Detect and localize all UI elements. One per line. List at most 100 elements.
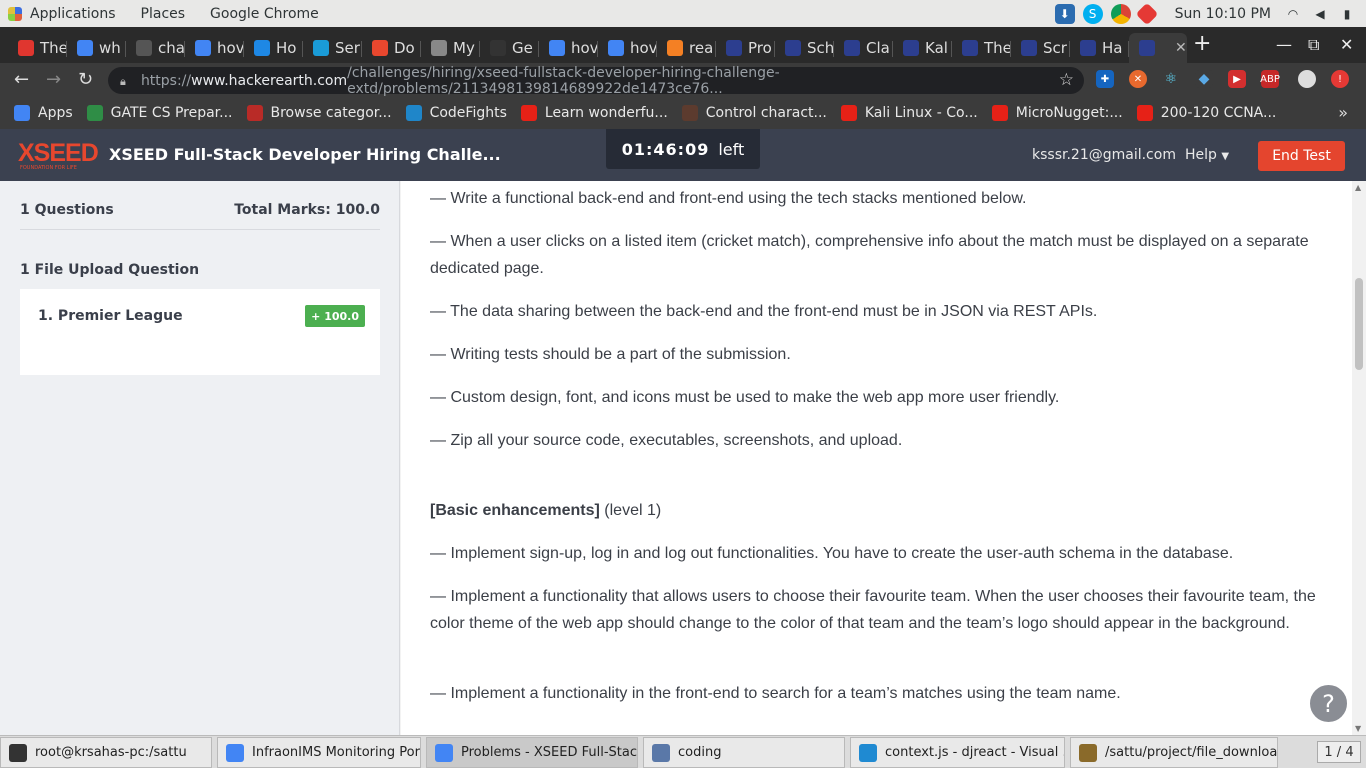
tab-favicon-icon [431,40,447,56]
end-test-button[interactable]: End Test [1258,141,1345,171]
browser-tab-strip: The wh cha hov Ho Ser Do My Ge hov hov rea Pro Sch Cla… [0,27,1366,63]
help-menu[interactable]: Help ▼ [1185,147,1229,163]
browser-tab[interactable]: hov [539,33,598,63]
bookmark-favicon-icon [405,105,422,121]
browser-tab[interactable]: rea [657,33,716,63]
bookmark-item[interactable]: Learn wonderfu... [520,105,668,121]
wifi-icon[interactable]: ◠ [1285,7,1301,21]
browser-tab[interactable]: Do [362,33,421,63]
user-email[interactable]: ksssr.21@gmail.com [1032,147,1176,163]
scroll-up-icon[interactable]: ▲ [1355,183,1361,192]
skype-icon[interactable]: S [1082,3,1103,24]
tab-label: Cla [866,39,890,57]
volume-icon[interactable]: ◀ [1312,7,1328,21]
new-tab-button[interactable]: + [1193,33,1211,55]
browser-tab[interactable]: The [8,33,67,63]
question-item[interactable]: 1. Premier League + 100.0 [20,289,380,375]
browser-tab[interactable]: Ge [480,33,539,63]
address-bar[interactable]: 🔒︎ https://www.hackerearth.com/challenge… [108,65,1084,97]
content-scrollbar[interactable]: ▲ ▼ [1352,181,1366,735]
tab-favicon-icon [313,40,329,56]
scroll-down-icon[interactable]: ▼ [1355,724,1361,733]
forward-icon[interactable]: → [46,69,61,90]
window-app-icon [859,743,877,762]
tab-label: The [984,39,1011,57]
minimize-icon[interactable]: — [1276,35,1292,54]
chrome-app-menu[interactable]: Google Chrome [210,6,319,22]
xseed-logo[interactable]: XSEED FOUNDATION FOR LIFE [18,139,100,171]
requirement-line: — Writing tests should be a part of the … [430,346,791,363]
bookmark-item[interactable]: Control charact... [681,105,827,121]
clock[interactable]: Sun 10:10 PM [1175,6,1271,22]
restore-icon[interactable]: ⧉ [1308,35,1319,55]
bookmark-item[interactable]: Apps [14,105,73,121]
section-title: 1 File Upload Question [20,262,200,278]
browser-tab[interactable]: The [952,33,1011,63]
help-question-icon[interactable]: ? [1308,683,1349,724]
window-title: Problems - XSEED Full-Stac... [461,745,638,760]
abp-icon[interactable]: ABP [1260,70,1280,88]
alert-icon[interactable]: ! [1331,70,1349,88]
browser-tab[interactable]: Pro [716,33,775,63]
taskbar-window-button[interactable]: /sattu/project/file_downloa... [1070,737,1278,768]
chrome-tray-icon[interactable] [1110,3,1131,24]
bookmark-favicon-icon [520,105,537,121]
taskbar-window-button[interactable]: root@krsahas-pc:/sattu [0,737,212,768]
timer-suffix: left [718,139,745,159]
tab-favicon-icon [549,40,565,56]
tab-favicon-icon [608,40,624,56]
tab-label: Ge [512,39,533,57]
browser-tab[interactable]: Cla [834,33,893,63]
more-bookmarks-icon[interactable]: » [1338,103,1348,122]
workspace-pager[interactable]: 1 / 4 [1317,741,1361,763]
question-name[interactable]: 1. Premier League [38,308,183,324]
close-window-icon[interactable]: ✕ [1340,35,1353,54]
browser-tab[interactable]: cha [126,33,185,63]
scrollbar-thumb[interactable] [1355,278,1363,370]
bookmark-item[interactable]: MicroNugget:... [991,105,1123,121]
bookmark-item[interactable]: Kali Linux - Co... [840,105,978,121]
browser-tab[interactable]: hov [598,33,657,63]
reload-icon[interactable]: ↻ [78,69,93,90]
taskbar-window-button[interactable]: context.js - djreact - Visual ... [850,737,1065,768]
browser-tab[interactable]: hov [185,33,244,63]
browser-tab[interactable]: Kal [893,33,952,63]
extension-icon-5[interactable]: ▶ [1228,70,1246,88]
tab-favicon-icon [962,40,978,56]
places-menu[interactable]: Places [141,6,186,22]
battery-icon[interactable]: ▮ [1339,7,1355,21]
bookmark-star-icon[interactable]: ☆ [1059,70,1074,90]
profile-avatar[interactable] [1298,70,1316,88]
url-scheme: https:// [140,72,192,89]
bookmark-item[interactable]: 200-120 CCNA... [1136,105,1276,121]
system-top-bar: Applications Places Google Chrome ⬇ S Su… [0,0,1366,27]
back-icon[interactable]: ← [14,69,29,90]
extension-icon-2[interactable]: ✕ [1129,70,1147,88]
taskbar-window-button[interactable]: coding [643,737,845,768]
browser-tab[interactable]: My [421,33,480,63]
bookmark-item[interactable]: GATE CS Prepar... [86,105,233,121]
tab-label: wh [99,39,121,57]
browser-tab[interactable]: Scr [1011,33,1070,63]
extension-icon-4[interactable]: ◆ [1195,70,1213,88]
react-devtools-icon[interactable]: ⚛ [1162,70,1180,88]
close-tab-icon[interactable]: ✕ [1175,40,1187,56]
bookmark-item[interactable]: Browse categor... [246,105,392,121]
browser-tab[interactable]: Ser [303,33,362,63]
anydesk-icon[interactable] [1135,2,1158,25]
browser-tab[interactable]: Ho [244,33,303,63]
applications-menu[interactable]: Applications [30,6,116,22]
url-host: www.hackerearth.com [191,72,348,89]
browser-tab[interactable]: Sch [775,33,834,63]
download-indicator-icon[interactable]: ⬇ [1054,3,1075,24]
taskbar-window-button[interactable]: InfraonIMS Monitoring Port... [217,737,421,768]
browser-tab[interactable]: ✕ [1129,33,1187,63]
questions-count: 1 Questions [20,202,114,218]
tab-label: hov [571,39,598,57]
extensions-area: ✚ ✕ ⚛ ◆ ▶ ABP ! [1096,70,1364,88]
browser-tab[interactable]: Ha [1070,33,1129,63]
taskbar-window-button[interactable]: Problems - XSEED Full-Stac... [426,737,638,768]
browser-tab[interactable]: wh [67,33,126,63]
bookmark-item[interactable]: CodeFights [405,105,507,121]
extension-icon-1[interactable]: ✚ [1096,70,1114,88]
